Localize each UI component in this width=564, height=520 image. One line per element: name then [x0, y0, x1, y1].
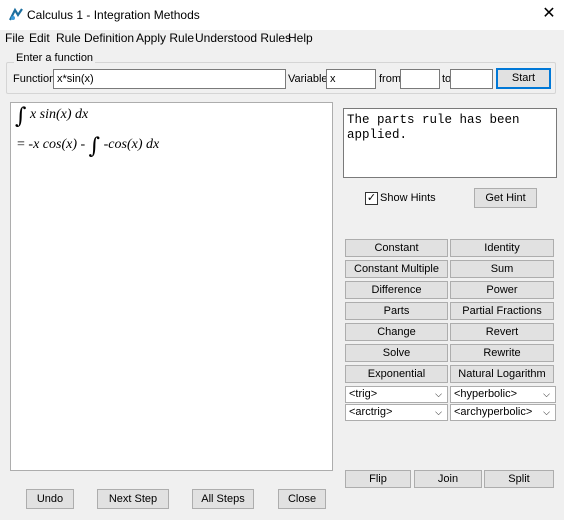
hyperbolic-select[interactable]: <hyperbolic> ⌵: [450, 386, 556, 403]
expression-line-1: ∫ x sin(x) dx: [15, 104, 88, 129]
rule-exponential-button[interactable]: Exponential: [345, 365, 448, 383]
chevron-down-icon: ⌵: [435, 389, 442, 399]
rule-constant-button[interactable]: Constant: [345, 239, 448, 257]
show-hints-checkbox[interactable]: ✓: [365, 192, 378, 205]
rule-parts-button[interactable]: Parts: [345, 302, 448, 320]
from-input[interactable]: [400, 69, 440, 89]
arctrig-select-value: <arctrig>: [349, 406, 393, 418]
rule-revert-button[interactable]: Revert: [450, 323, 554, 341]
equals-sign: =: [17, 137, 25, 152]
all-steps-button[interactable]: All Steps: [192, 489, 254, 509]
variable-input[interactable]: x: [326, 69, 376, 89]
join-button[interactable]: Join: [414, 470, 482, 488]
rule-identity-button[interactable]: Identity: [450, 239, 554, 257]
trig-select-value: <trig>: [349, 388, 378, 400]
start-button[interactable]: Start: [496, 68, 551, 89]
chevron-down-icon: ⌵: [543, 389, 550, 399]
menu-understood-rules[interactable]: Understood Rules: [195, 31, 291, 45]
expression-result-part: -x cos(x) -: [28, 137, 86, 152]
rule-sum-button[interactable]: Sum: [450, 260, 554, 278]
integral-sign: ∫: [88, 134, 101, 159]
function-label: Function: [13, 73, 56, 85]
undo-button[interactable]: Undo: [26, 489, 74, 509]
rule-difference-button[interactable]: Difference: [345, 281, 448, 299]
variable-label: Variable: [288, 73, 328, 85]
close-window-icon[interactable]: ✕: [539, 4, 559, 24]
function-input[interactable]: x*sin(x): [53, 69, 286, 89]
from-label: from: [379, 73, 401, 85]
next-step-button[interactable]: Next Step: [97, 489, 169, 509]
rule-solve-button[interactable]: Solve: [345, 344, 448, 362]
flip-button[interactable]: Flip: [345, 470, 411, 488]
arctrig-select[interactable]: <arctrig> ⌵: [345, 404, 448, 421]
menu-rule-definition[interactable]: Rule Definition: [56, 31, 134, 45]
split-button[interactable]: Split: [484, 470, 554, 488]
rule-constant-multiple-button[interactable]: Constant Multiple: [345, 260, 448, 278]
archyperbolic-select-value: <archyperbolic>: [454, 406, 533, 418]
hyperbolic-select-value: <hyperbolic>: [454, 388, 517, 400]
show-hints-label: Show Hints: [380, 192, 436, 204]
chevron-down-icon: ⌵: [435, 407, 442, 417]
expression-line-2: = -x cos(x) - ∫ -cos(x) dx: [17, 134, 159, 159]
function-group-legend: Enter a function: [14, 52, 96, 64]
rule-natural-logarithm-button[interactable]: Natural Logarithm: [450, 365, 554, 383]
chevron-down-icon: ⌵: [543, 407, 550, 417]
archyperbolic-select[interactable]: <archyperbolic> ⌵: [450, 404, 556, 421]
get-hint-button[interactable]: Get Hint: [474, 188, 537, 208]
window-title: Calculus 1 - Integration Methods: [27, 8, 200, 22]
close-button[interactable]: Close: [278, 489, 326, 509]
rule-power-button[interactable]: Power: [450, 281, 554, 299]
menu-edit[interactable]: Edit: [29, 31, 50, 45]
trig-select[interactable]: <trig> ⌵: [345, 386, 448, 403]
hint-text-area[interactable]: The parts rule has been applied.: [343, 108, 557, 178]
menu-help[interactable]: Help: [288, 31, 313, 45]
to-input[interactable]: [450, 69, 493, 89]
calculator-app-icon: [9, 7, 23, 21]
menu-apply-rule[interactable]: Apply Rule: [136, 31, 194, 45]
rule-partial-fractions-button[interactable]: Partial Fractions: [450, 302, 554, 320]
rule-rewrite-button[interactable]: Rewrite: [450, 344, 554, 362]
rule-change-button[interactable]: Change: [345, 323, 448, 341]
expression-integrand: x sin(x) dx: [29, 107, 89, 122]
integral-sign: ∫: [15, 104, 27, 129]
menu-file[interactable]: File: [5, 31, 24, 45]
expression-remaining-integrand: -cos(x) dx: [103, 137, 160, 152]
